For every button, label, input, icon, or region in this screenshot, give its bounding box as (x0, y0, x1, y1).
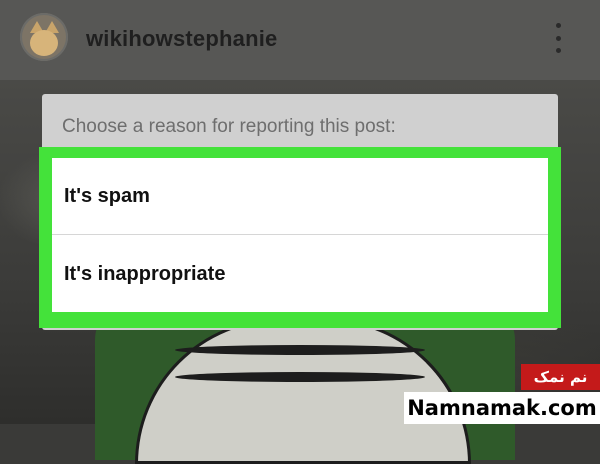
option-inappropriate[interactable]: It's inappropriate (52, 236, 548, 313)
report-options-list: It's spam It's inappropriate (52, 158, 548, 312)
avatar[interactable] (20, 13, 68, 61)
more-vertical-icon[interactable] (553, 23, 563, 53)
watermark-site: Namnamak.com (404, 392, 600, 424)
cat-face (30, 30, 58, 56)
post-header: wikihowstephanie (0, 0, 600, 80)
cup-stripe (175, 345, 425, 355)
menu-dot (555, 35, 561, 41)
username-link[interactable]: wikihowstephanie (86, 26, 277, 52)
menu-dot (555, 23, 561, 28)
cup-stripe (175, 372, 425, 382)
menu-dot (555, 48, 561, 53)
option-spam[interactable]: It's spam (52, 158, 548, 235)
watermark-persian: نم نمک (521, 364, 600, 390)
dialog-title: Choose a reason for reporting this post: (62, 116, 396, 137)
